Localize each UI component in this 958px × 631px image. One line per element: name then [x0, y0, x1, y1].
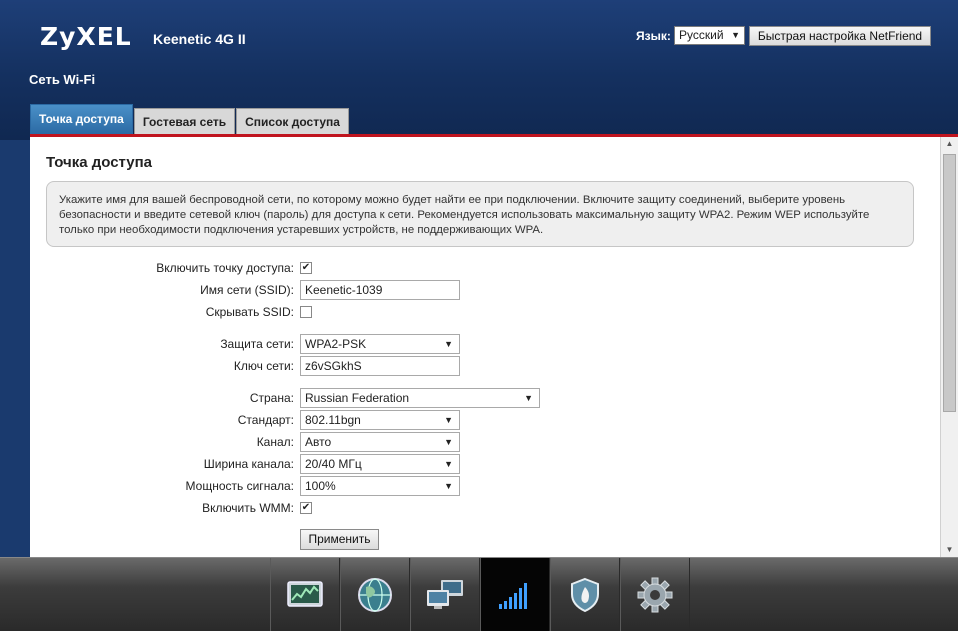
- power-row: Мощность сигнала: 100% ▼: [30, 476, 630, 496]
- key-label: Ключ сети:: [233, 359, 294, 373]
- language-select[interactable]: Русский ▼: [674, 26, 745, 45]
- scroll-down-icon[interactable]: ▼: [941, 543, 958, 557]
- hide-ssid-label: Скрывать SSID:: [205, 305, 294, 319]
- chevron-down-icon: ▼: [444, 415, 453, 425]
- nav-security[interactable]: [550, 558, 620, 631]
- key-row: Ключ сети: z6vSGkhS: [30, 356, 630, 376]
- country-value: Russian Federation: [305, 391, 410, 405]
- chevron-down-icon: ▼: [444, 437, 453, 447]
- chevron-down-icon: ▼: [731, 30, 740, 40]
- power-select[interactable]: 100% ▼: [300, 476, 460, 496]
- chevron-down-icon: ▼: [444, 459, 453, 469]
- monitor-chart-icon: [287, 580, 323, 607]
- vertical-scrollbar[interactable]: ▲ ▼: [940, 137, 958, 557]
- tab-guest-network[interactable]: Гостевая сеть: [133, 108, 236, 134]
- language-label: Язык:: [636, 29, 671, 43]
- wmm-label: Включить WMM:: [202, 501, 294, 515]
- enable-ap-row: Включить точку доступа: ✔: [30, 258, 630, 278]
- wmm-row: Включить WMM: ✔: [30, 498, 630, 518]
- tab-access-list[interactable]: Список доступа: [236, 108, 349, 134]
- language-value: Русский: [679, 28, 724, 42]
- security-value: WPA2-PSK: [305, 337, 367, 351]
- tab-bar: Точка доступа Гостевая сеть Список досту…: [30, 104, 350, 134]
- channel-label: Канал:: [256, 435, 294, 449]
- country-row: Страна: Russian Federation ▼: [30, 388, 630, 408]
- nav-system[interactable]: [620, 558, 690, 631]
- bottom-nav-bar: [0, 557, 958, 631]
- channel-value: Авто: [305, 435, 332, 449]
- settings-gear-icon: [637, 577, 673, 612]
- standard-value: 802.11bgn: [305, 413, 361, 427]
- nav-wifi[interactable]: [480, 558, 550, 631]
- enable-ap-checkbox[interactable]: ✔: [300, 262, 312, 274]
- power-label: Мощность сигнала:: [185, 479, 294, 493]
- network-computers-icon: [427, 579, 463, 609]
- bandwidth-value: 20/40 МГц: [305, 457, 362, 471]
- wmm-checkbox[interactable]: ✔: [300, 502, 312, 514]
- nav-internet[interactable]: [340, 558, 410, 631]
- country-label: Страна:: [249, 391, 294, 405]
- security-label: Защита сети:: [220, 337, 294, 351]
- bottom-nav: [270, 558, 690, 631]
- standard-row: Стандарт: 802.11bgn ▼: [30, 410, 630, 430]
- bandwidth-label: Ширина канала:: [203, 457, 294, 471]
- ssid-input[interactable]: Keenetic-1039: [300, 280, 460, 300]
- apply-button[interactable]: Применить: [300, 529, 379, 550]
- standard-label: Стандарт:: [237, 413, 294, 427]
- bandwidth-row: Ширина канала: 20/40 МГц ▼: [30, 454, 630, 474]
- ssid-row: Имя сети (SSID): Keenetic-1039: [30, 280, 630, 300]
- security-shield-icon: [571, 577, 599, 612]
- scroll-thumb[interactable]: [943, 154, 956, 412]
- info-box: Укажите имя для вашей беспроводной сети,…: [46, 181, 914, 247]
- hide-ssid-checkbox[interactable]: [300, 306, 312, 318]
- security-select[interactable]: WPA2-PSK ▼: [300, 334, 460, 354]
- model-name: Keenetic 4G II: [153, 31, 246, 47]
- enable-ap-label: Включить точку доступа:: [156, 261, 294, 275]
- main-content: Точка доступа Укажите имя для вашей бесп…: [30, 137, 940, 557]
- key-input[interactable]: z6vSGkhS: [300, 356, 460, 376]
- nav-monitor[interactable]: [270, 558, 340, 631]
- channel-row: Канал: Авто ▼: [30, 432, 630, 452]
- power-value: 100%: [305, 479, 336, 493]
- ssid-label: Имя сети (SSID):: [200, 283, 294, 297]
- globe-icon: [358, 577, 392, 612]
- chevron-down-icon: ▼: [524, 393, 533, 403]
- channel-select[interactable]: Авто ▼: [300, 432, 460, 452]
- nav-home-network[interactable]: [410, 558, 480, 631]
- wifi-signal-icon: [499, 582, 527, 609]
- tab-access-point[interactable]: Точка доступа: [30, 104, 133, 134]
- chevron-down-icon: ▼: [444, 481, 453, 491]
- country-select[interactable]: Russian Federation ▼: [300, 388, 540, 408]
- page-title: Сеть Wi-Fi: [29, 72, 96, 87]
- standard-select[interactable]: 802.11bgn ▼: [300, 410, 460, 430]
- bandwidth-select[interactable]: 20/40 МГц ▼: [300, 454, 460, 474]
- zyxel-logo: ZyXEL: [40, 22, 132, 51]
- scroll-up-icon[interactable]: ▲: [941, 137, 958, 151]
- security-row: Защита сети: WPA2-PSK ▼: [30, 334, 630, 354]
- chevron-down-icon: ▼: [444, 339, 453, 349]
- quick-setup-button[interactable]: Быстрая настройка NetFriend: [749, 26, 931, 46]
- section-title: Точка доступа: [46, 154, 153, 171]
- hide-ssid-row: Скрывать SSID:: [30, 302, 630, 322]
